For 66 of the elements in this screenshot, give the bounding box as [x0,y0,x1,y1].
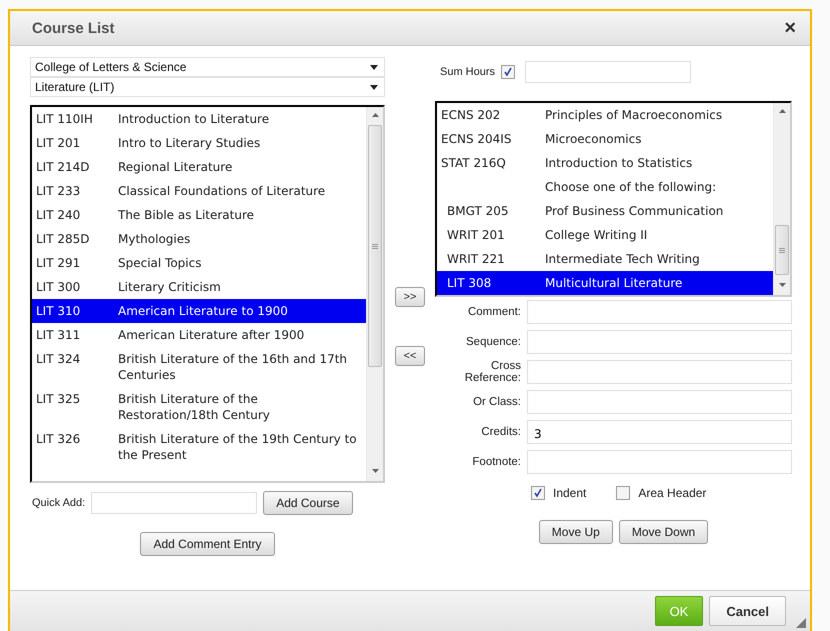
grip-icon [779,248,785,252]
course-list-item[interactable]: LIT 324 British Literature of the 16th and 17th Centuries [32,347,366,387]
course-list-item[interactable]: LIT 326 British Literature of the 19th Century to the Present [32,427,366,467]
form-field[interactable] [527,330,792,354]
plan-course-item[interactable]: ECNS 204IS Microeconomics [437,127,773,151]
sum-hours-field[interactable] [525,61,692,83]
course-list-item[interactable]: LIT 214D Regional Literature [32,155,366,179]
remove-from-plan-button[interactable]: << [394,346,426,366]
plan-course-item[interactable]: STAT 216Q Introduction to Statistics [437,151,773,175]
move-up-button[interactable]: Move Up [538,520,613,544]
course-list-item[interactable]: LIT 110IH Introduction to Literature [32,107,366,131]
add-course-button[interactable]: Add Course [263,491,353,515]
course-list-item[interactable]: LIT 311 American Literature after 1900 [32,323,366,347]
course-list-item[interactable]: LIT 233 Classical Foundations of Literature [32,179,366,203]
quick-add-field[interactable] [91,492,258,514]
cancel-button[interactable]: Cancel [709,596,786,626]
checkbox[interactable] [531,486,545,500]
sum-hours-label: Sum Hours [440,66,496,78]
plan-course-item[interactable]: WRIT 201 College Writing II [437,223,773,247]
form-field[interactable] [527,390,792,414]
field-label: Or Class: [472,396,521,408]
course-list-item[interactable]: LIT 291 Special Topics [32,251,366,275]
course-list-item[interactable]: LIT 310 American Literature to 1900 [32,299,366,323]
checkbox[interactable] [501,65,516,79]
dialog-title: Course List [32,20,115,36]
move-down-button[interactable]: Move Down [618,520,708,544]
field-label: Sequence: [465,336,521,348]
resize-grip-icon[interactable] [796,618,806,628]
form-field[interactable] [527,360,792,384]
scrollbar-thumb[interactable] [368,125,382,367]
course-list-item[interactable]: LIT 325 British Literature of the Restoration/18th Century [32,387,366,427]
scrollbar[interactable] [773,103,790,295]
plan-header-row[interactable]: Choose one of the following: [437,175,773,199]
college-dropdown[interactable]: College of Letters & Science [30,57,385,77]
caret-icon [370,84,378,90]
checkbox[interactable] [616,486,630,500]
course-list-item[interactable]: LIT 285D Mythologies [32,227,366,251]
plan-course-item[interactable]: BMGT 205 Prof Business Communication [437,199,773,223]
add-to-plan-button[interactable]: >> [394,287,426,307]
course-list-item[interactable]: LIT 201 Intro to Literary Studies [32,131,366,155]
scroll-up-icon[interactable] [778,109,786,113]
plan-course-item[interactable]: LIT 308 Multicultural Literature [437,271,773,295]
form-field[interactable] [527,450,792,474]
plan-course-item[interactable]: WRIT 221 Intermediate Tech Writing [437,247,773,271]
caret-icon [370,64,378,70]
course-list-item[interactable]: LIT 300 Literary Criticism [32,275,366,299]
scrollbar[interactable] [366,107,383,481]
close-button[interactable]: × [784,16,796,40]
option-label: Area Header [638,486,706,500]
quick-add-label: Quick Add: [32,497,86,509]
scrollbar-thumb[interactable] [775,225,789,275]
course-list-item[interactable]: LIT 240 The Bible as Literature [32,203,366,227]
field-label: Credits: [480,426,521,438]
field-label: Comment: [466,306,521,318]
form-field[interactable] [527,300,792,324]
field-label: Cross Reference: [464,360,521,384]
scroll-down-icon[interactable] [372,469,378,473]
option-label: Indent [553,486,586,500]
field-label: Footnote: [471,456,521,468]
add-comment-button[interactable]: Add Comment Entry [140,532,275,556]
scroll-down-icon[interactable] [778,283,786,287]
scroll-up-icon[interactable] [372,113,378,117]
subject-dropdown[interactable]: Literature (LIT) [30,77,385,97]
form-field[interactable]: 3 [527,420,792,444]
grip-icon [372,244,378,248]
plan-course-item[interactable]: ECNS 202 Principles of Macroeconomics [437,103,773,127]
